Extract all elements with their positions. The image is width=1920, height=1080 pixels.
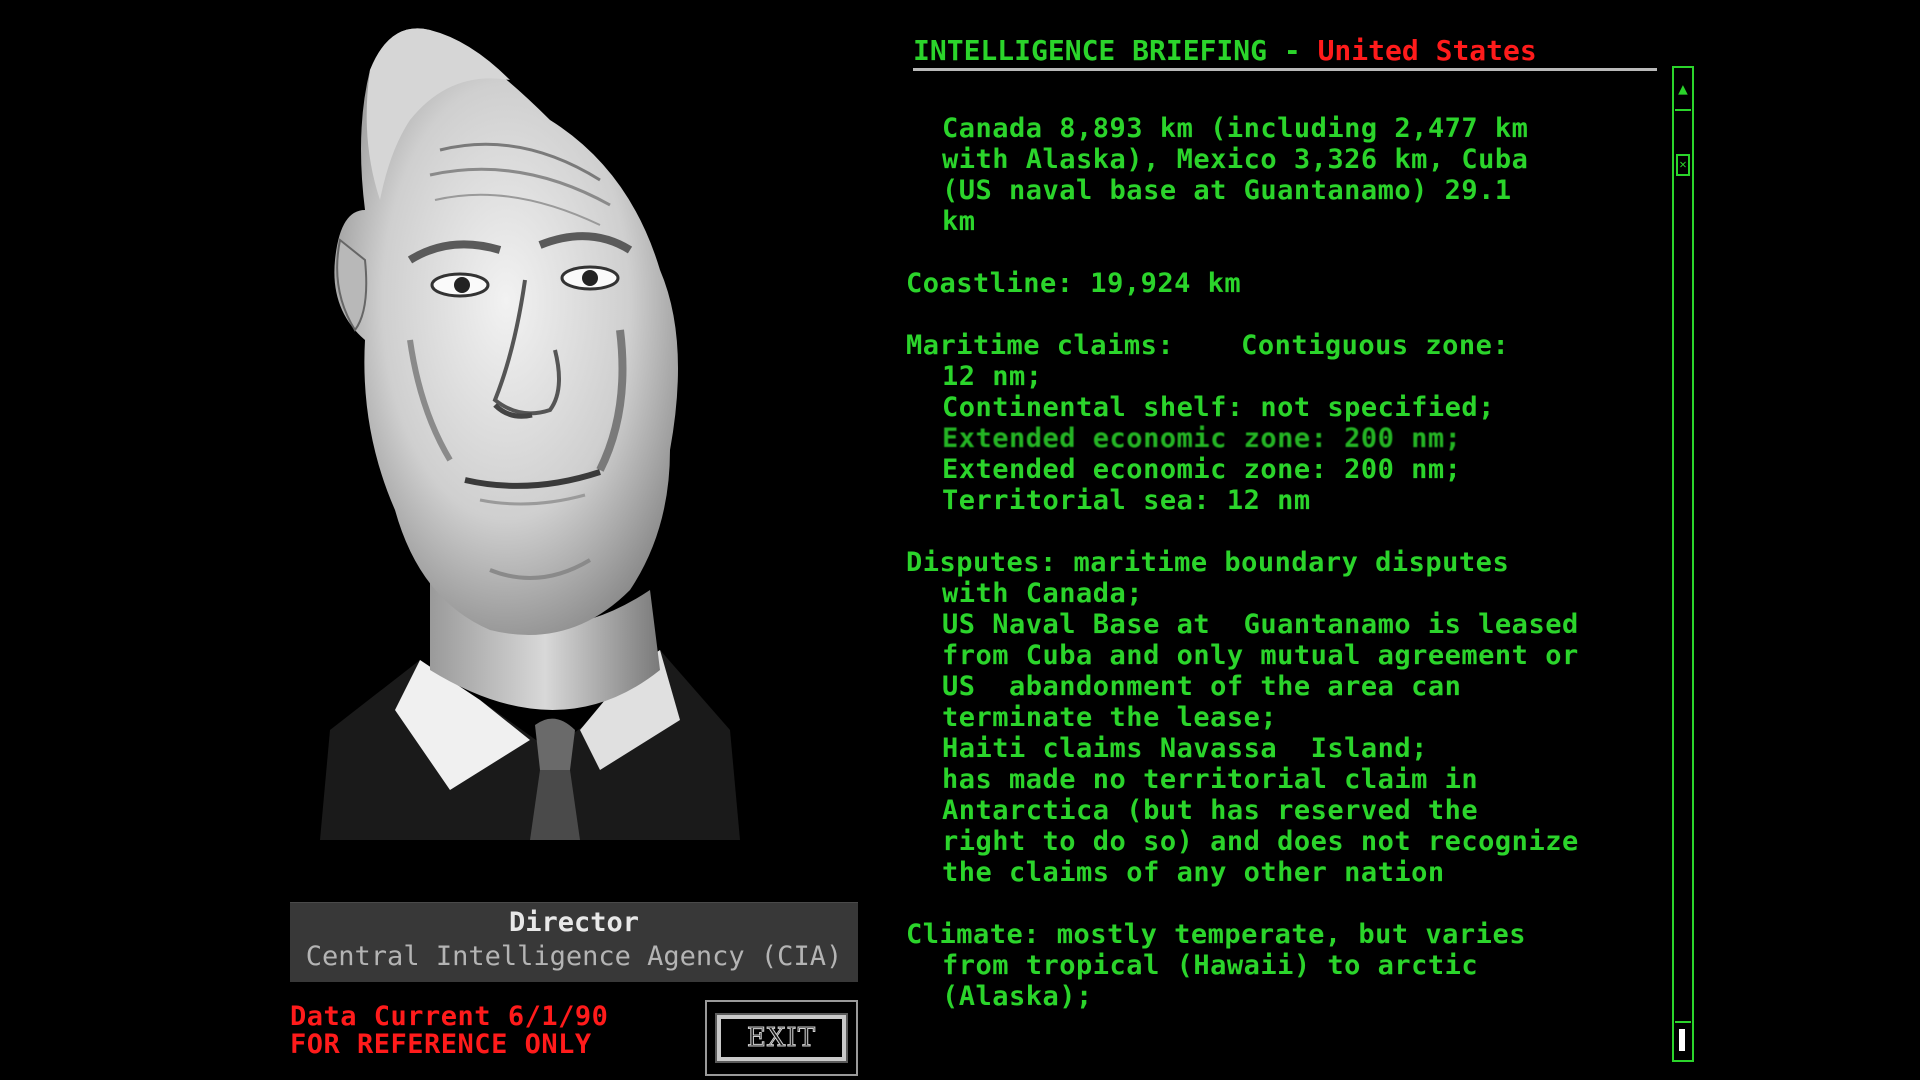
briefing-header: INTELLIGENCE BRIEFING - United States bbox=[913, 36, 1657, 71]
briefing-line: Haiti claims Navassa Island; bbox=[942, 733, 1428, 764]
portrait-caption: Director Central Intelligence Agency (CI… bbox=[290, 902, 858, 982]
briefing-line: Antarctica (but has reserved the bbox=[942, 795, 1479, 826]
exit-button-label: EXIT bbox=[715, 1013, 848, 1063]
briefing-title: INTELLIGENCE BRIEFING - bbox=[913, 34, 1318, 67]
briefing-line: from tropical (Hawaii) to arctic bbox=[942, 950, 1479, 981]
briefing-country: United States bbox=[1317, 34, 1537, 67]
scroll-up-arrow-icon[interactable]: ▲ bbox=[1675, 69, 1691, 111]
briefing-line: the claims of any other nation bbox=[942, 857, 1445, 888]
briefing-line: Extended economic zone: 200 nm; bbox=[942, 423, 1462, 454]
briefing-line: Maritime claims: Contiguous zone: bbox=[906, 330, 1510, 361]
briefing-line: has made no territorial claim in bbox=[942, 764, 1479, 795]
briefing-line: km bbox=[942, 206, 976, 237]
briefing-text-panel: Canada 8,893 km (including 2,477 km with … bbox=[906, 113, 1666, 1013]
briefing-line: Extended economic zone: 200 nm; bbox=[942, 454, 1462, 485]
notice-line-2: FOR REFERENCE ONLY bbox=[290, 1029, 592, 1060]
scroll-thumb-icon[interactable]: ✕ bbox=[1676, 154, 1690, 176]
briefing-line: Continental shelf: not specified; bbox=[942, 392, 1495, 423]
notice-line-1: Data Current 6/1/90 bbox=[290, 1001, 609, 1032]
briefing-line: (Alaska); bbox=[942, 981, 1093, 1012]
caption-title: Director bbox=[508, 907, 640, 938]
briefing-line: with Canada; bbox=[942, 578, 1144, 609]
briefing-line: Climate: mostly temperate, but varies bbox=[906, 919, 1526, 950]
exit-button[interactable]: EXIT bbox=[705, 1000, 858, 1076]
caption-subtitle: Central Intelligence Agency (CIA) bbox=[305, 941, 843, 972]
scroll-down-arrow-icon[interactable] bbox=[1675, 1021, 1691, 1059]
briefing-line: terminate the lease; bbox=[942, 702, 1278, 733]
briefing-line: from Cuba and only mutual agreement or bbox=[942, 640, 1579, 671]
briefing-line: (US naval base at Guantanamo) 29.1 bbox=[942, 175, 1512, 206]
briefing-line: Territorial sea: 12 nm bbox=[942, 485, 1311, 516]
scroll-down-cap bbox=[1679, 1029, 1685, 1051]
briefing-scrollbar[interactable]: ▲ ✕ bbox=[1672, 66, 1694, 1062]
data-notice: Data Current 6/1/90 FOR REFERENCE ONLY bbox=[290, 1003, 608, 1059]
briefing-line: US Naval Base at Guantanamo is leased bbox=[942, 609, 1579, 640]
briefing-line: right to do so) and does not recognize bbox=[942, 826, 1579, 857]
briefing-line: Coastline: 19,924 km bbox=[906, 268, 1242, 299]
director-portrait bbox=[300, 10, 770, 840]
briefing-line: US abandonment of the area can bbox=[942, 671, 1462, 702]
briefing-line: Disputes: maritime boundary disputes bbox=[906, 547, 1510, 578]
briefing-line: 12 nm; bbox=[942, 361, 1043, 392]
briefing-line: Canada 8,893 km (including 2,477 km bbox=[942, 113, 1529, 144]
briefing-line: with Alaska), Mexico 3,326 km, Cuba bbox=[942, 144, 1529, 175]
